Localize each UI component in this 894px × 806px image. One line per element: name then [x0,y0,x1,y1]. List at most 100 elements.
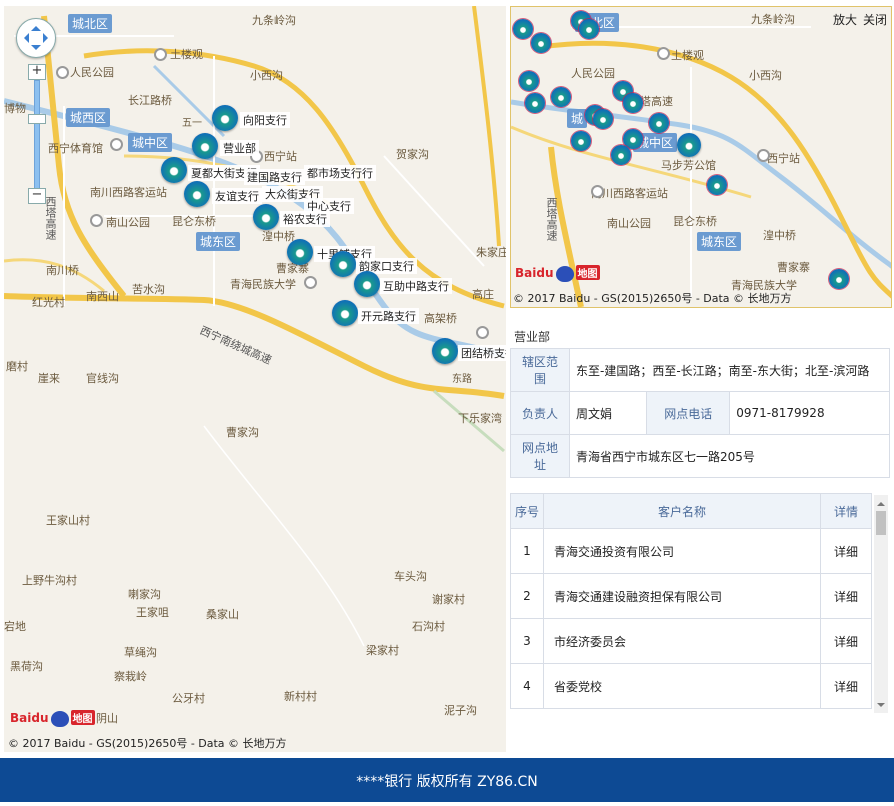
detail-link[interactable]: 详细 [820,618,872,664]
map-pan-control[interactable] [16,18,56,58]
branch-detail-panel: 营业部 辖区范围 东至-建国路；西至-长江路；南至-东大街；北至-滨河路 负责人… [510,322,890,478]
place-label: 马步芳公馆 [661,159,716,172]
client-list-scrollbar[interactable] [874,495,888,713]
scrollbar-thumb[interactable] [876,511,886,535]
branch-marker-icon[interactable] [579,19,599,39]
place-label: 贺家沟 [396,148,429,161]
scroll-down-icon[interactable] [877,703,885,711]
client-table: 序号 客户名称 详情 1 青海交通投资有限公司 详细 2 青海交通建设融资担保有… [510,493,872,709]
branch-label[interactable]: 裕农支行 [280,211,330,227]
place-label: 石沟村 [412,620,445,633]
branch-mini-map[interactable]: 城北区 城中区 城东区 城 九条岭沟 土楼观 人民公园 小西沟 西塔高速 马步芳… [510,6,892,308]
place-label: 朱家庄 [476,246,506,259]
poi-icon [476,326,489,339]
branch-marker-icon[interactable] [519,71,539,91]
district-label: 城 [567,109,588,128]
place-label: 黑荷沟 [10,660,43,673]
place-label: 高庄 [472,288,494,301]
phone-value: 0971-8179928 [729,391,890,435]
zoom-slider-handle[interactable] [28,114,46,124]
branch-marker-icon[interactable] [432,338,458,364]
row-number: 2 [510,573,544,619]
branch-info-table: 辖区范围 东至-建国路；西至-长江路；南至-东大街；北至-滨河路 负责人 周文娟… [510,348,890,478]
table-row: 1 青海交通投资有限公司 详细 [510,528,872,574]
close-map-button[interactable]: 关闭 [863,13,887,27]
branch-label[interactable]: 友谊支行 [212,188,262,204]
branch-label[interactable]: 都市场支行行 [304,165,376,181]
branch-marker-icon[interactable] [551,87,571,107]
branch-marker-icon[interactable] [287,239,313,265]
client-list[interactable]: 序号 客户名称 详情 1 青海交通投资有限公司 详细 2 青海交通建设融资担保有… [510,493,890,713]
branch-marker-icon[interactable] [513,19,533,39]
poi-icon [657,47,670,60]
baidu-map-logo: Baidu 地图 [515,265,600,282]
place-label: 东路 [452,374,472,385]
branch-marker-icon[interactable] [253,204,279,230]
place-label: 南川西路客运站 [90,186,167,199]
place-label: 土楼观 [170,48,203,61]
enlarge-map-button[interactable]: 放大 [833,13,857,27]
detail-link[interactable]: 详细 [820,573,872,619]
place-label: 西宁站 [264,150,297,163]
detail-link[interactable]: 详细 [820,663,872,709]
poi-icon [110,138,123,151]
branch-marker-icon[interactable] [611,145,631,165]
branch-marker-icon[interactable] [184,181,210,207]
column-header: 客户名称 [543,493,821,529]
selected-branch-marker-icon[interactable] [677,133,701,157]
branch-marker-icon[interactable] [330,251,356,277]
pan-left-icon[interactable] [19,33,29,43]
branch-marker-icon[interactable] [531,33,551,53]
area-row: 辖区范围 东至-建国路；西至-长江路；南至-东大街；北至-滨河路 [510,348,890,392]
place-label: 谢家村 [432,593,465,606]
place-label: 五一 [182,118,202,129]
poi-icon [304,276,317,289]
place-label: 公牙村 [172,692,205,705]
branch-label[interactable]: 向阳支行 [240,112,290,128]
zoom-out-button[interactable]: − [28,188,46,204]
poi-icon [757,149,770,162]
branch-marker-icon[interactable] [161,157,187,183]
phone-label: 网点电话 [646,391,731,435]
row-number: 4 [510,663,544,709]
branch-label[interactable]: 营业部 [220,140,259,156]
client-name: 青海交通建设融资担保有限公司 [543,573,821,619]
branch-label[interactable]: 建国路支行 [244,169,305,185]
branch-marker-icon[interactable] [593,109,613,129]
branch-marker-icon[interactable] [649,113,669,133]
branch-marker-icon[interactable] [354,271,380,297]
place-label: 西宁体育馆 [48,142,103,155]
branch-marker-icon[interactable] [571,131,591,151]
branch-label[interactable]: 开元路支行 [358,308,419,324]
zoom-in-button[interactable]: + [28,64,46,80]
pan-down-icon[interactable] [31,45,41,55]
district-label: 城东区 [196,232,241,251]
branch-marker-icon[interactable] [707,175,727,195]
place-label: 梁家村 [366,644,399,657]
pan-up-icon[interactable] [31,21,41,31]
place-label: 王家咀 [136,606,169,619]
place-label: 察栽岭 [114,670,147,683]
pan-right-icon[interactable] [43,33,53,43]
branch-marker-icon[interactable] [829,269,849,289]
branch-marker-icon[interactable] [623,93,643,113]
branch-marker-icon[interactable] [525,93,545,113]
detail-link[interactable]: 详细 [820,528,872,574]
branch-label[interactable]: 互助中路支行 [380,278,452,294]
branch-marker-icon[interactable] [332,300,358,326]
baidu-paw-icon [50,710,69,727]
main-map[interactable]: 城北区 城西区 城中区 城东区 九条岭沟 土楼观 人民公园 小西沟 长江路桥 西… [4,6,506,752]
scroll-up-icon[interactable] [877,498,885,506]
place-label: 阴山 [96,712,118,725]
table-row: 4 省委党校 详细 [510,663,872,709]
branch-label[interactable]: 团结桥支行 [458,345,506,361]
branch-marker-icon[interactable] [192,133,218,159]
table-row: 3 市经济委员会 详细 [510,618,872,664]
poi-icon [90,214,103,227]
place-label: 人民公园 [70,66,114,79]
branch-marker-icon[interactable] [212,105,238,131]
place-label: 官线沟 [86,372,119,385]
zoom-slider[interactable] [34,80,40,192]
page-footer: ****银行 版权所有 ZY86.CN [0,758,894,802]
place-label: 桑家山 [206,608,239,621]
